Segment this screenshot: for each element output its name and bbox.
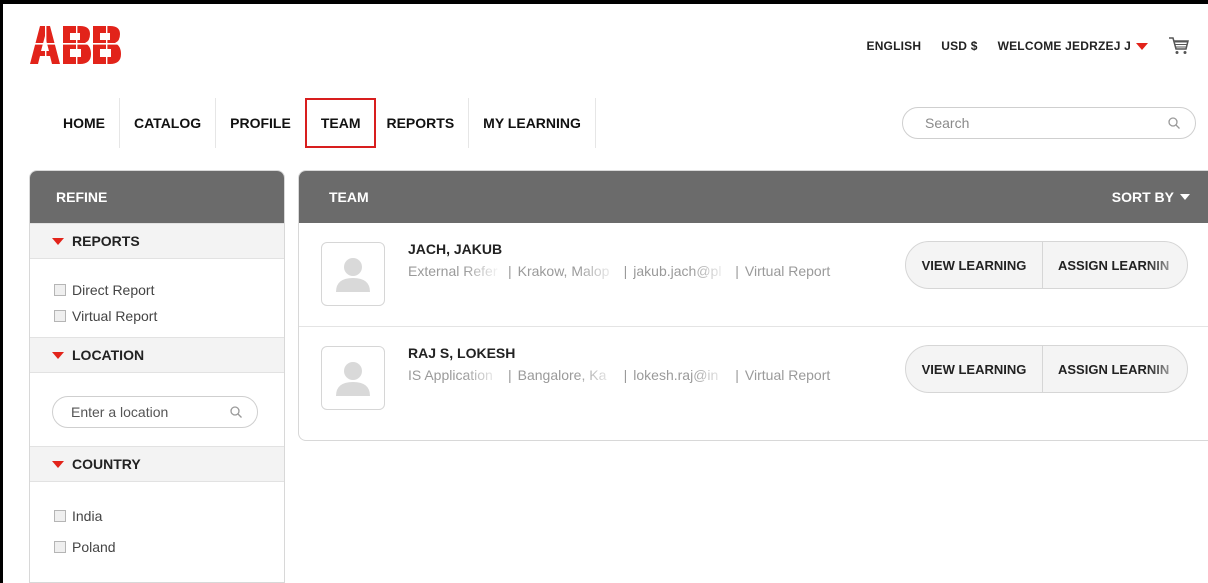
team-panel: TEAM SORT BY JACH, JAKUB External Refer … [298,170,1208,441]
user-placeholder-icon [336,258,370,292]
assign-learning-button[interactable]: ASSIGN LEARNIN [1043,242,1187,288]
filter-virtual-report[interactable]: Virtual Report [54,303,284,329]
sort-by-dropdown[interactable]: SORT BY [1112,189,1190,205]
refine-panel: REFINE REPORTS Direct Report Virtual Rep… [29,170,285,583]
separator: | [623,367,628,383]
country-filter-options: India Poland [30,482,284,570]
currency-link[interactable]: USD $ [941,39,977,53]
search-icon[interactable] [1167,116,1181,130]
separator: | [735,367,739,383]
caret-down-icon [52,237,64,245]
checkbox[interactable] [54,310,66,322]
caret-down-icon [1136,42,1148,50]
separator: | [508,263,512,279]
team-title: TEAM [329,189,369,205]
avatar [321,346,385,410]
search-box [902,107,1196,139]
filter-direct-report[interactable]: Direct Report [54,277,284,303]
main-nav: HOME CATALOG PROFILE TEAM REPORTS MY LEA… [45,98,596,148]
separator: | [508,367,512,383]
nav-team[interactable]: TEAM [304,98,377,148]
nav-reports[interactable]: REPORTS [380,98,470,148]
reports-filter-title: REPORTS [72,233,140,249]
reports-filter-header[interactable]: REPORTS [30,223,284,259]
filter-label: India [72,507,103,524]
abb-logo[interactable] [30,24,122,69]
top-links: ENGLISH USD $ WELCOME JEDRZEJ J [866,36,1190,56]
nav-home[interactable]: HOME [45,98,120,148]
view-learning-button[interactable]: VIEW LEARNING [906,346,1043,392]
member-location: Krakow, Malop [517,263,610,279]
member-role: IS Application [408,367,493,383]
country-filter-header[interactable]: COUNTRY [30,446,284,482]
member-info: External Refer | Krakow, Malop | jakub.j… [408,263,830,279]
member-actions: VIEW LEARNING ASSIGN LEARNIN [905,241,1188,289]
filter-label: Poland [72,538,116,555]
country-filter-title: COUNTRY [72,456,141,472]
filter-label: Virtual Report [72,308,158,324]
member-location: Bangalore, Ka [517,367,607,383]
location-search-box [52,396,258,428]
checkbox[interactable] [54,284,66,296]
member-report-type: Virtual Report [744,367,831,383]
team-header: TEAM SORT BY [299,171,1208,223]
filter-country-poland[interactable]: Poland [54,531,284,562]
filter-country-india[interactable]: India [54,500,284,531]
checkbox[interactable] [54,509,66,522]
location-filter-body [30,373,284,446]
cart-icon[interactable] [1168,36,1190,56]
separator: | [735,263,739,279]
language-link[interactable]: ENGLISH [866,39,921,53]
nav-catalog[interactable]: CATALOG [120,98,217,148]
location-input[interactable] [69,403,229,421]
caret-down-icon [1180,194,1190,200]
member-actions: VIEW LEARNING ASSIGN LEARNIN [905,345,1188,393]
welcome-label: WELCOME JEDRZEJ J [997,39,1131,53]
member-report-type: Virtual Report [744,263,831,279]
reports-filter-options: Direct Report Virtual Report [30,259,284,337]
caret-down-icon [52,460,64,468]
nav-profile[interactable]: PROFILE [216,98,305,148]
location-filter-header[interactable]: LOCATION [30,337,284,373]
location-filter-title: LOCATION [72,347,145,363]
welcome-menu[interactable]: WELCOME JEDRZEJ J [998,39,1148,53]
member-info: IS Application | Bangalore, Ka | lokesh.… [408,367,830,383]
separator: | [623,263,628,279]
member-name[interactable]: JACH, JAKUB [408,241,502,257]
checkbox[interactable] [54,540,66,553]
abb-logo-mark [30,24,122,64]
avatar [321,242,385,306]
search-input[interactable] [923,114,1167,132]
user-placeholder-icon [336,362,370,396]
team-member-row: RAJ S, LOKESH IS Application | Bangalore… [299,327,1208,430]
member-email: jakub.jach@pl [633,263,722,279]
search-icon[interactable] [229,405,243,419]
member-name[interactable]: RAJ S, LOKESH [408,345,515,361]
sort-by-label: SORT BY [1111,189,1174,205]
filter-label: Direct Report [72,282,155,298]
caret-down-icon [52,351,64,359]
refine-title: REFINE [30,171,284,223]
member-role: External Refer [408,263,498,279]
assign-learning-button[interactable]: ASSIGN LEARNIN [1043,346,1187,392]
nav-my-learning[interactable]: MY LEARNING [469,98,596,148]
view-learning-button[interactable]: VIEW LEARNING [906,242,1043,288]
member-email: lokesh.raj@in [633,367,719,383]
team-member-row: JACH, JAKUB External Refer | Krakow, Mal… [299,223,1208,327]
